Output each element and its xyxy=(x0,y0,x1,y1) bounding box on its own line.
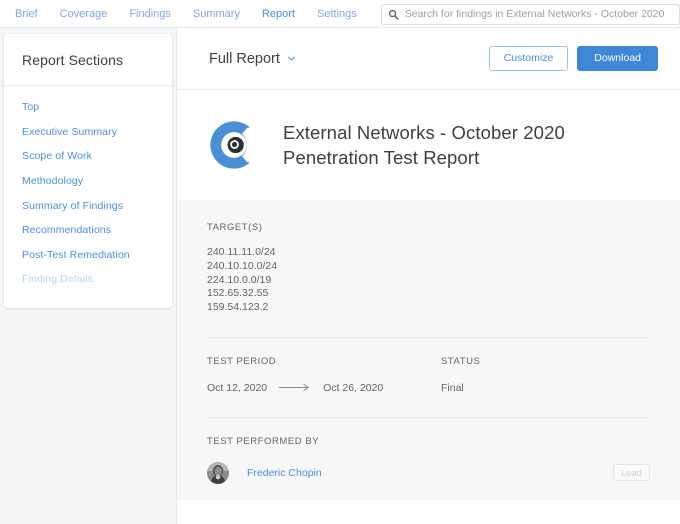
status-label: STATUS xyxy=(441,355,481,367)
report-type-selector[interactable]: Full Report xyxy=(209,51,296,67)
page-body: Report Sections Top Executive Summary Sc… xyxy=(0,28,680,524)
tab-brief-label: Brief xyxy=(15,8,38,20)
tab-summary[interactable]: Summary xyxy=(182,0,251,28)
sidebar: Report Sections Top Executive Summary Sc… xyxy=(0,28,176,524)
tab-settings-label: Settings xyxy=(317,8,357,20)
gear-c-logo-icon xyxy=(210,121,261,169)
arrow-right-icon xyxy=(278,384,309,392)
search-icon xyxy=(388,9,399,20)
chevron-down-icon xyxy=(287,56,295,61)
tab-brief[interactable]: Brief xyxy=(4,0,49,28)
sidebar-item-recommendations[interactable]: Recommendations xyxy=(4,218,172,243)
tab-coverage-label: Coverage xyxy=(59,8,108,20)
sidebar-header: Report Sections xyxy=(4,34,172,86)
lead-badge: Lead xyxy=(613,464,650,482)
search-input[interactable] xyxy=(404,8,673,20)
download-button[interactable]: Download xyxy=(577,46,658,71)
report-header: External Networks - October 2020 Penetra… xyxy=(177,90,680,200)
report-sections-card: Report Sections Top Executive Summary Sc… xyxy=(4,34,172,308)
target-item: 152.65.32.55 xyxy=(207,287,269,300)
tab-settings[interactable]: Settings xyxy=(306,0,368,28)
tab-summary-label: Summary xyxy=(192,8,240,20)
report-metadata: TARGET(S) 240.11.11.0/24 240.10.10.0/24 … xyxy=(177,200,680,500)
period-status-row: TEST PERIOD Oct 12, 2020 Oct 26, 2020 ST… xyxy=(207,338,650,395)
tab-report[interactable]: Report xyxy=(251,0,306,33)
sidebar-item-executive-summary[interactable]: Executive Summary xyxy=(4,120,172,145)
performed-by-section: TEST PERFORMED BY Frederic Chopin Lead xyxy=(207,418,650,500)
sidebar-item-summary-of-findings[interactable]: Summary of Findings xyxy=(4,193,172,218)
tab-findings[interactable]: Findings xyxy=(118,0,182,28)
avatar xyxy=(207,461,229,484)
sidebar-item-methodology[interactable]: Methodology xyxy=(4,169,172,194)
sidebar-item-scope-of-work[interactable]: Scope of Work xyxy=(4,144,172,169)
test-period-label: TEST PERIOD xyxy=(207,355,277,367)
report-title-line-1: External Networks - October 2020 xyxy=(283,122,565,143)
test-period-value: Oct 12, 2020 Oct 26, 2020 xyxy=(207,381,441,395)
search-container xyxy=(380,3,680,25)
main-content: Full Report Customize Download External … xyxy=(176,28,680,524)
sidebar-section-list: Top Executive Summary Scope of Work Meth… xyxy=(4,86,172,308)
tab-findings-label: Findings xyxy=(129,8,171,20)
sidebar-item-finding-details: Finding Details xyxy=(22,273,93,286)
tab-coverage[interactable]: Coverage xyxy=(49,0,119,28)
target-item: 224.10.0.0/19 xyxy=(207,273,272,286)
target-item: 240.10.10.0/24 xyxy=(207,259,278,272)
test-period-end: Oct 26, 2020 xyxy=(323,381,384,394)
report-type-label: Full Report xyxy=(209,50,280,67)
targets-label: TARGET(S) xyxy=(207,222,263,233)
test-period-column: TEST PERIOD Oct 12, 2020 Oct 26, 2020 xyxy=(207,356,441,395)
search-box[interactable] xyxy=(380,3,680,25)
primary-tabs: Brief Coverage Findings Summary Report S… xyxy=(4,0,368,33)
sidebar-item-post-test-remediation[interactable]: Post-Test Remediation xyxy=(4,243,172,268)
report-toolbar: Full Report Customize Download xyxy=(177,28,680,90)
sidebar-item-top[interactable]: Top xyxy=(4,95,172,120)
performed-by-label: TEST PERFORMED BY xyxy=(207,435,320,447)
performer-row: Frederic Chopin Lead xyxy=(207,461,650,500)
status-column: STATUS Final xyxy=(441,356,650,395)
target-item: 240.11.11.0/24 xyxy=(207,246,276,258)
test-period-start: Oct 12, 2020 xyxy=(207,381,268,394)
customize-button[interactable]: Customize xyxy=(488,46,569,71)
tab-report-label: Report xyxy=(261,8,295,20)
target-item: 159.54.123.2 xyxy=(207,301,269,314)
report-title: External Networks - October 2020 Penetra… xyxy=(283,120,565,170)
performer-name-link[interactable]: Frederic Chopin xyxy=(247,467,322,479)
targets-list: 240.11.11.0/24 240.10.10.0/24 224.10.0.0… xyxy=(207,246,650,315)
sidebar-title: Report Sections xyxy=(22,52,124,68)
status-badge: Final xyxy=(441,381,464,394)
report-title-line-2: Penetration Test Report xyxy=(283,147,480,168)
top-navigation-bar: Brief Coverage Findings Summary Report S… xyxy=(0,0,680,33)
